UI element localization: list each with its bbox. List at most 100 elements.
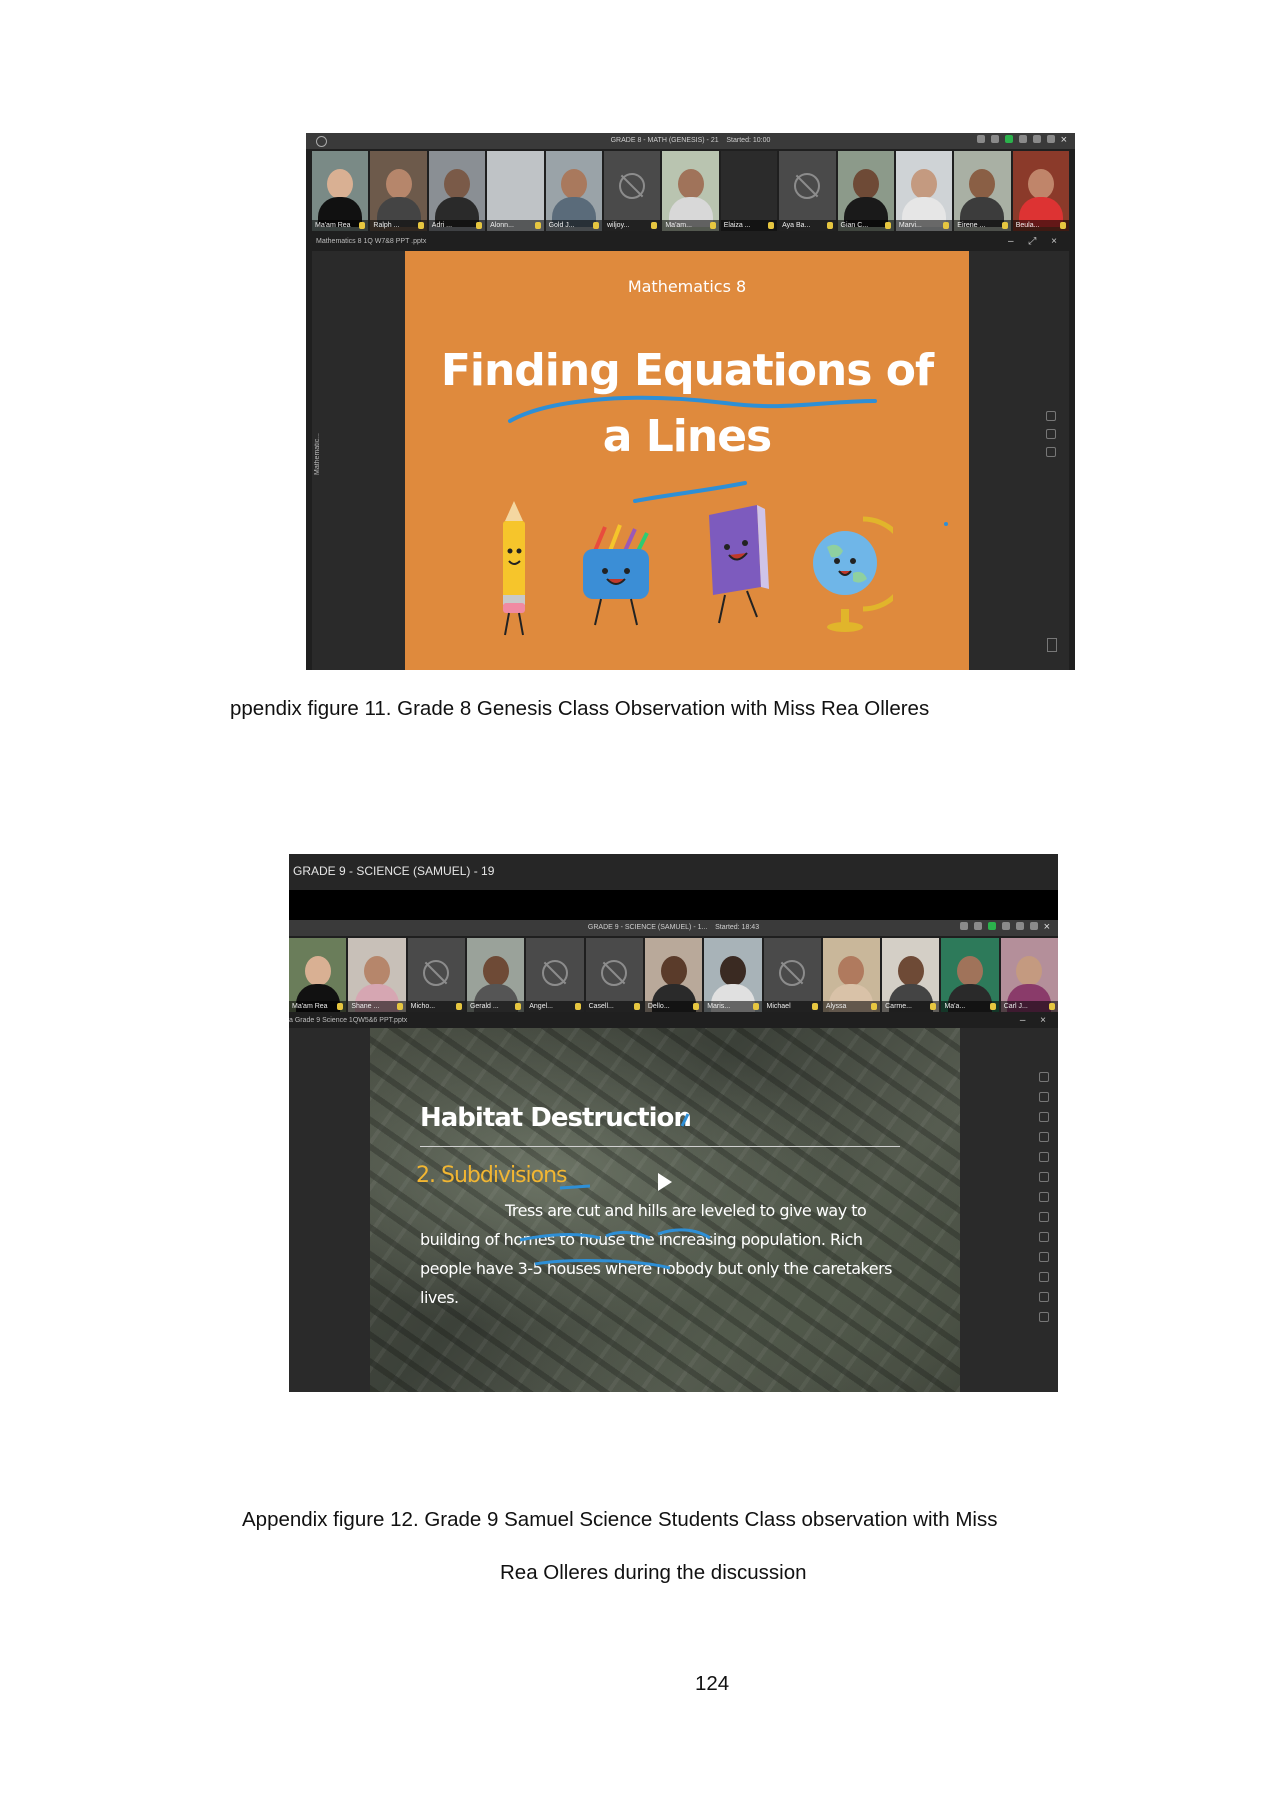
camera-off-icon bbox=[779, 960, 806, 986]
camera-icon[interactable] bbox=[987, 922, 996, 930]
edit-icon[interactable] bbox=[1039, 1232, 1049, 1242]
participant-tile[interactable]: Maris... bbox=[704, 938, 762, 1012]
participant-tile[interactable]: Casell... bbox=[585, 938, 643, 1012]
participant-tile[interactable]: Ralph ... bbox=[370, 151, 427, 231]
pen-icon[interactable] bbox=[1046, 411, 1056, 421]
annotation-toolbar bbox=[1041, 411, 1061, 457]
meeting-title-wrap: GRADE 9 - SCIENCE (SAMUEL) - 1... Starte… bbox=[289, 924, 1058, 931]
select-icon[interactable] bbox=[1039, 1072, 1049, 1082]
participant-tile[interactable]: Angel... bbox=[526, 938, 584, 1012]
window-controls[interactable]: – ⤢ × bbox=[1008, 236, 1063, 247]
microphone-icon[interactable] bbox=[976, 135, 985, 143]
expand-icon[interactable] bbox=[1046, 135, 1055, 143]
black-band bbox=[289, 890, 1058, 920]
participant-tile[interactable]: Gerald ... bbox=[466, 938, 525, 1012]
region-icon[interactable] bbox=[1039, 1092, 1049, 1102]
figure-12-caption-line1: Appendix figure 12. Grade 9 Samuel Scien… bbox=[242, 1508, 998, 1531]
slide-habitat-destruction: Habitat Destruction 2. Subdivisions Tres… bbox=[370, 1028, 960, 1392]
speaker-icon[interactable] bbox=[990, 135, 999, 143]
participant-tile[interactable]: Alyssa bbox=[822, 938, 881, 1012]
participant-tile[interactable]: Adri ... bbox=[428, 151, 486, 231]
camera-icon[interactable] bbox=[1039, 1212, 1049, 1222]
figure-11-screenshot: GRADE 8 - MATH (GENESIS) - 21 Started: 1… bbox=[306, 133, 1075, 670]
mic-icon bbox=[1060, 222, 1067, 229]
participant-tile[interactable]: wiljoy... bbox=[603, 151, 661, 231]
meeting-title: GRADE 8 - MATH (GENESIS) - 21 bbox=[610, 137, 719, 144]
participant-tile[interactable]: Carl J... bbox=[1000, 938, 1058, 1012]
camera-off-icon bbox=[423, 960, 450, 986]
expand-icon[interactable] bbox=[1029, 922, 1038, 930]
participant-tile[interactable]: Alonn... bbox=[487, 151, 544, 231]
camera-icon[interactable] bbox=[1046, 429, 1056, 439]
window-controls[interactable]: – × bbox=[1020, 1015, 1052, 1026]
mic-icon bbox=[633, 1003, 640, 1010]
participant-tile[interactable]: Micho... bbox=[407, 938, 465, 1012]
participant-tile[interactable]: Ma'am Rea bbox=[312, 151, 369, 231]
figure-12-screenshot: GRADE 9 - SCIENCE (SAMUEL) - 19 GRADE 9 … bbox=[289, 854, 1058, 1392]
document-name: Mathematics 8 1Q W7&8 PPT .pptx bbox=[316, 238, 427, 245]
participant-tile[interactable]: Eirene ... bbox=[954, 151, 1011, 231]
mic-icon bbox=[337, 1003, 344, 1010]
grid-layout-icon[interactable] bbox=[1018, 135, 1027, 143]
participant-tile[interactable]: Carme... bbox=[882, 938, 940, 1012]
more-icon[interactable] bbox=[1039, 1312, 1049, 1322]
participant-tile[interactable]: Michael bbox=[763, 938, 821, 1012]
pointer-icon[interactable] bbox=[1047, 638, 1057, 652]
meeting-title: GRADE 9 - SCIENCE (SAMUEL) - 1... bbox=[587, 924, 708, 931]
meeting-controls: × bbox=[976, 135, 1067, 146]
pen-icon[interactable] bbox=[1039, 1112, 1049, 1122]
meeting-titlebar: GRADE 8 - MATH (GENESIS) - 21 Started: 1… bbox=[306, 133, 1075, 149]
toolbox-icon[interactable] bbox=[1039, 1292, 1049, 1302]
mic-icon bbox=[417, 222, 424, 229]
side-tab[interactable]: Mathematic... bbox=[314, 433, 321, 475]
participant-tile[interactable]: Ma'a... bbox=[941, 938, 999, 1012]
participant-tile[interactable]: Aya Ba... bbox=[779, 151, 836, 231]
outer-window-bar: GRADE 9 - SCIENCE (SAMUEL) - 19 bbox=[289, 854, 1058, 890]
mic-icon bbox=[476, 222, 483, 229]
mic-icon bbox=[811, 1003, 818, 1010]
document-bar: a Grade 9 Science 1QW5&6 PPT.pptx – × bbox=[289, 1014, 1058, 1028]
mic-icon bbox=[930, 1003, 937, 1010]
participant-tile[interactable]: Shane ... bbox=[348, 938, 406, 1012]
trash-icon[interactable] bbox=[1039, 1192, 1049, 1202]
participants-icon[interactable] bbox=[1046, 447, 1056, 457]
participant-strip: Ma'am Rea Ralph ... Adri ... Alonn... Go… bbox=[312, 151, 1070, 231]
speaker-icon[interactable] bbox=[973, 922, 982, 930]
minimize-icon[interactable] bbox=[1032, 135, 1041, 143]
camera-off-icon bbox=[541, 960, 568, 986]
text-icon[interactable] bbox=[1039, 1152, 1049, 1162]
participant-strip: Ma'am Rea Shane ... Micho... Gerald ... … bbox=[289, 938, 1058, 1012]
camera-icon[interactable] bbox=[1004, 135, 1013, 143]
figure-12-caption-line2: Rea Olleres during the discussion bbox=[500, 1561, 807, 1584]
mic-icon bbox=[943, 222, 950, 229]
eraser-icon[interactable] bbox=[1039, 1132, 1049, 1142]
mic-icon bbox=[709, 222, 716, 229]
cloud-icon[interactable] bbox=[1039, 1272, 1049, 1282]
participant-tile[interactable]: Ma'am... bbox=[662, 151, 719, 231]
mic-icon bbox=[752, 1003, 759, 1010]
close-icon[interactable]: × bbox=[1044, 922, 1050, 933]
mic-icon bbox=[884, 222, 891, 229]
participants-icon[interactable] bbox=[1039, 1252, 1049, 1262]
participant-tile[interactable]: Elaiza ... bbox=[720, 151, 778, 231]
participant-tile[interactable]: Ma'am Rea bbox=[289, 938, 347, 1012]
close-icon[interactable]: × bbox=[1061, 135, 1067, 146]
document-bar: Mathematics 8 1Q W7&8 PPT .pptx – ⤢ × bbox=[312, 235, 1069, 249]
globe-character-icon bbox=[813, 516, 893, 632]
mic-icon bbox=[534, 222, 541, 229]
minimize-icon[interactable] bbox=[1015, 922, 1024, 930]
participant-tile[interactable]: Gold J... bbox=[545, 151, 602, 231]
clear-icon[interactable] bbox=[1039, 1172, 1049, 1182]
participant-tile[interactable]: Gian C... bbox=[837, 151, 894, 231]
participant-tile[interactable]: Beula... bbox=[1012, 151, 1070, 231]
participant-tile[interactable]: Dello... bbox=[644, 938, 703, 1012]
grid-layout-icon[interactable] bbox=[1001, 922, 1010, 930]
mic-icon bbox=[651, 222, 658, 229]
camera-off-icon bbox=[619, 173, 646, 199]
microphone-icon[interactable] bbox=[959, 922, 968, 930]
camera-off-icon bbox=[601, 960, 628, 986]
mic-icon bbox=[871, 1003, 878, 1010]
camera-off-icon bbox=[794, 173, 821, 199]
participant-tile[interactable]: Marvi... bbox=[895, 151, 953, 231]
mic-icon bbox=[989, 1003, 996, 1010]
